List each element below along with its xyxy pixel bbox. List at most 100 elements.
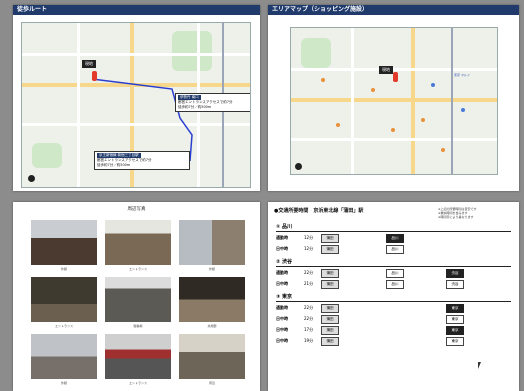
- section-header: ① 品川: [276, 224, 511, 232]
- photo-caption: 外観: [208, 267, 215, 271]
- page-walking-route[interactable]: 徒歩ルート 現地 伊勢丹 南口 都営エントランスアクセスで約7分 徒歩約7分／約…: [13, 5, 260, 191]
- map-road: [351, 28, 354, 174]
- section-destination: 渋谷: [281, 259, 292, 265]
- route-row: 日中時 21分 蒲田 品川 渋谷: [276, 279, 511, 289]
- station-pin-icon: [431, 83, 435, 87]
- row-label: 通勤時: [276, 235, 288, 240]
- shop-pin-icon: [391, 128, 395, 132]
- row-minutes: 21分: [304, 281, 314, 286]
- map-road: [291, 138, 497, 141]
- shop-pin-icon: [321, 78, 325, 82]
- photo: [105, 334, 171, 379]
- row-label: 通勤時: [276, 305, 288, 310]
- section-number: ②: [276, 259, 281, 265]
- compass-icon: [295, 163, 302, 170]
- photo-caption: 共用部: [207, 324, 217, 328]
- route-row: 日中時 17分 蒲田 東京: [276, 325, 511, 335]
- station-box: 蒲田: [321, 326, 339, 335]
- callout-line: 徒歩約7分／約500m: [178, 105, 212, 109]
- target-label: 現地: [82, 60, 96, 68]
- photo: [105, 220, 171, 265]
- station-box: 蒲田: [321, 280, 339, 289]
- callout-line: 都営エントランスアクセスで約7分: [97, 158, 152, 162]
- destination-pin-icon: [92, 71, 97, 81]
- row-minutes: 12分: [304, 246, 314, 251]
- route-row: 通勤時 22分 蒲田 品川 渋谷: [276, 268, 511, 278]
- section-header: ③ 東京: [276, 294, 511, 302]
- row-minutes: 22分: [304, 305, 314, 310]
- row-label: 日中時: [276, 281, 288, 286]
- station-box: 蒲田: [321, 234, 339, 243]
- row-minutes: 22分: [304, 316, 314, 321]
- photo: [31, 277, 97, 322]
- photo-caption: 周辺: [208, 381, 215, 385]
- callout-line: 都営エントランスアクセスで約7分: [178, 100, 233, 104]
- station-box: 東京: [446, 315, 464, 324]
- station-box: 品川: [386, 234, 404, 243]
- station-box: 蒲田: [321, 269, 339, 278]
- shop-pin-icon: [421, 118, 425, 122]
- photo-caption: エントランス: [129, 381, 147, 385]
- map-park: [301, 38, 331, 68]
- photo: [179, 277, 245, 322]
- station-box: 品川: [386, 280, 404, 289]
- map-road: [411, 28, 415, 174]
- station-box: 東京: [446, 337, 464, 346]
- destination-pin-icon: [393, 72, 398, 82]
- area-label: 東京 マルイ: [454, 73, 470, 77]
- page-photos[interactable]: 周辺写真 外観 エントランス 外観 エントランス 駐輪場 共用部 外観 エントラ…: [13, 202, 260, 391]
- photo: [31, 220, 97, 265]
- station-box: 蒲田: [321, 315, 339, 324]
- shop-pin-icon: [336, 123, 340, 127]
- note-line: ※時間帯により異なります: [438, 215, 474, 219]
- section-number: ③: [276, 294, 281, 300]
- photo-caption: エントランス: [129, 267, 147, 271]
- map-road: [291, 98, 497, 102]
- page-area-map[interactable]: エリアマップ（ショッピング施設） 現地 東京 マルイ: [268, 5, 519, 191]
- row-label: 日中時: [276, 327, 288, 332]
- photo: [31, 334, 97, 379]
- page-title: エリアマップ（ショッピング施設）: [268, 5, 519, 15]
- station-box: 品川: [386, 269, 404, 278]
- route-map: 現地 伊勢丹 南口 都営エントランスアクセスで約7分 徒歩約7分／約500m 京…: [21, 22, 251, 188]
- callout-bottom: 京王新宿線 新宿三丁目駅 都営エントランスアクセスで約7分 徒歩約7分／約500…: [94, 151, 190, 170]
- area-map: 現地 東京 マルイ: [290, 27, 498, 175]
- page-transit-times[interactable]: ●交通所要時間 京浜東北線「蒲田」駅 ※上記の所要時間は目安です ※乗換時間を含…: [268, 202, 519, 391]
- station-box: 東京: [446, 304, 464, 313]
- row-label: 日中時: [276, 338, 288, 343]
- section-destination: 品川: [281, 224, 292, 230]
- map-railway: [451, 28, 453, 174]
- row-label: 日中時: [276, 316, 288, 321]
- photo: [105, 277, 171, 322]
- row-minutes: 19分: [304, 338, 314, 343]
- photo: [179, 334, 245, 379]
- station-box: 渋谷: [446, 280, 464, 289]
- row-minutes: 12分: [304, 235, 314, 240]
- station-box: 品川: [386, 245, 404, 254]
- shop-pin-icon: [441, 148, 445, 152]
- shop-pin-icon: [371, 88, 375, 92]
- callout-line: 徒歩約7分／約500m: [97, 163, 131, 167]
- station-box: 渋谷: [446, 269, 464, 278]
- route-row: 日中時 12分 蒲田 品川: [276, 244, 511, 254]
- page-title: 徒歩ルート: [13, 5, 260, 15]
- photo-caption: 外観: [60, 267, 67, 271]
- station-box: 蒲田: [321, 304, 339, 313]
- station-box: 蒲田: [321, 337, 339, 346]
- photo: [179, 220, 245, 265]
- page-title: 周辺写真: [127, 207, 146, 212]
- row-minutes: 22分: [304, 270, 314, 275]
- route-row: 日中時 19分 蒲田 東京: [276, 336, 511, 346]
- callout-top: 伊勢丹 南口 都営エントランスアクセスで約7分 徒歩約7分／約500m: [175, 93, 250, 112]
- station-pin-icon: [461, 108, 465, 112]
- target-label: 現地: [379, 66, 393, 74]
- photo-caption: エントランス: [55, 324, 73, 328]
- station-box: 東京: [446, 326, 464, 335]
- station-box: 蒲田: [321, 245, 339, 254]
- row-label: 通勤時: [276, 270, 288, 275]
- photo-caption: 駐輪場: [133, 324, 143, 328]
- page-title: ●交通所要時間 京浜東北線「蒲田」駅: [274, 208, 364, 214]
- map-road: [291, 68, 497, 71]
- compass-icon: [28, 175, 35, 182]
- section-destination: 東京: [281, 294, 292, 300]
